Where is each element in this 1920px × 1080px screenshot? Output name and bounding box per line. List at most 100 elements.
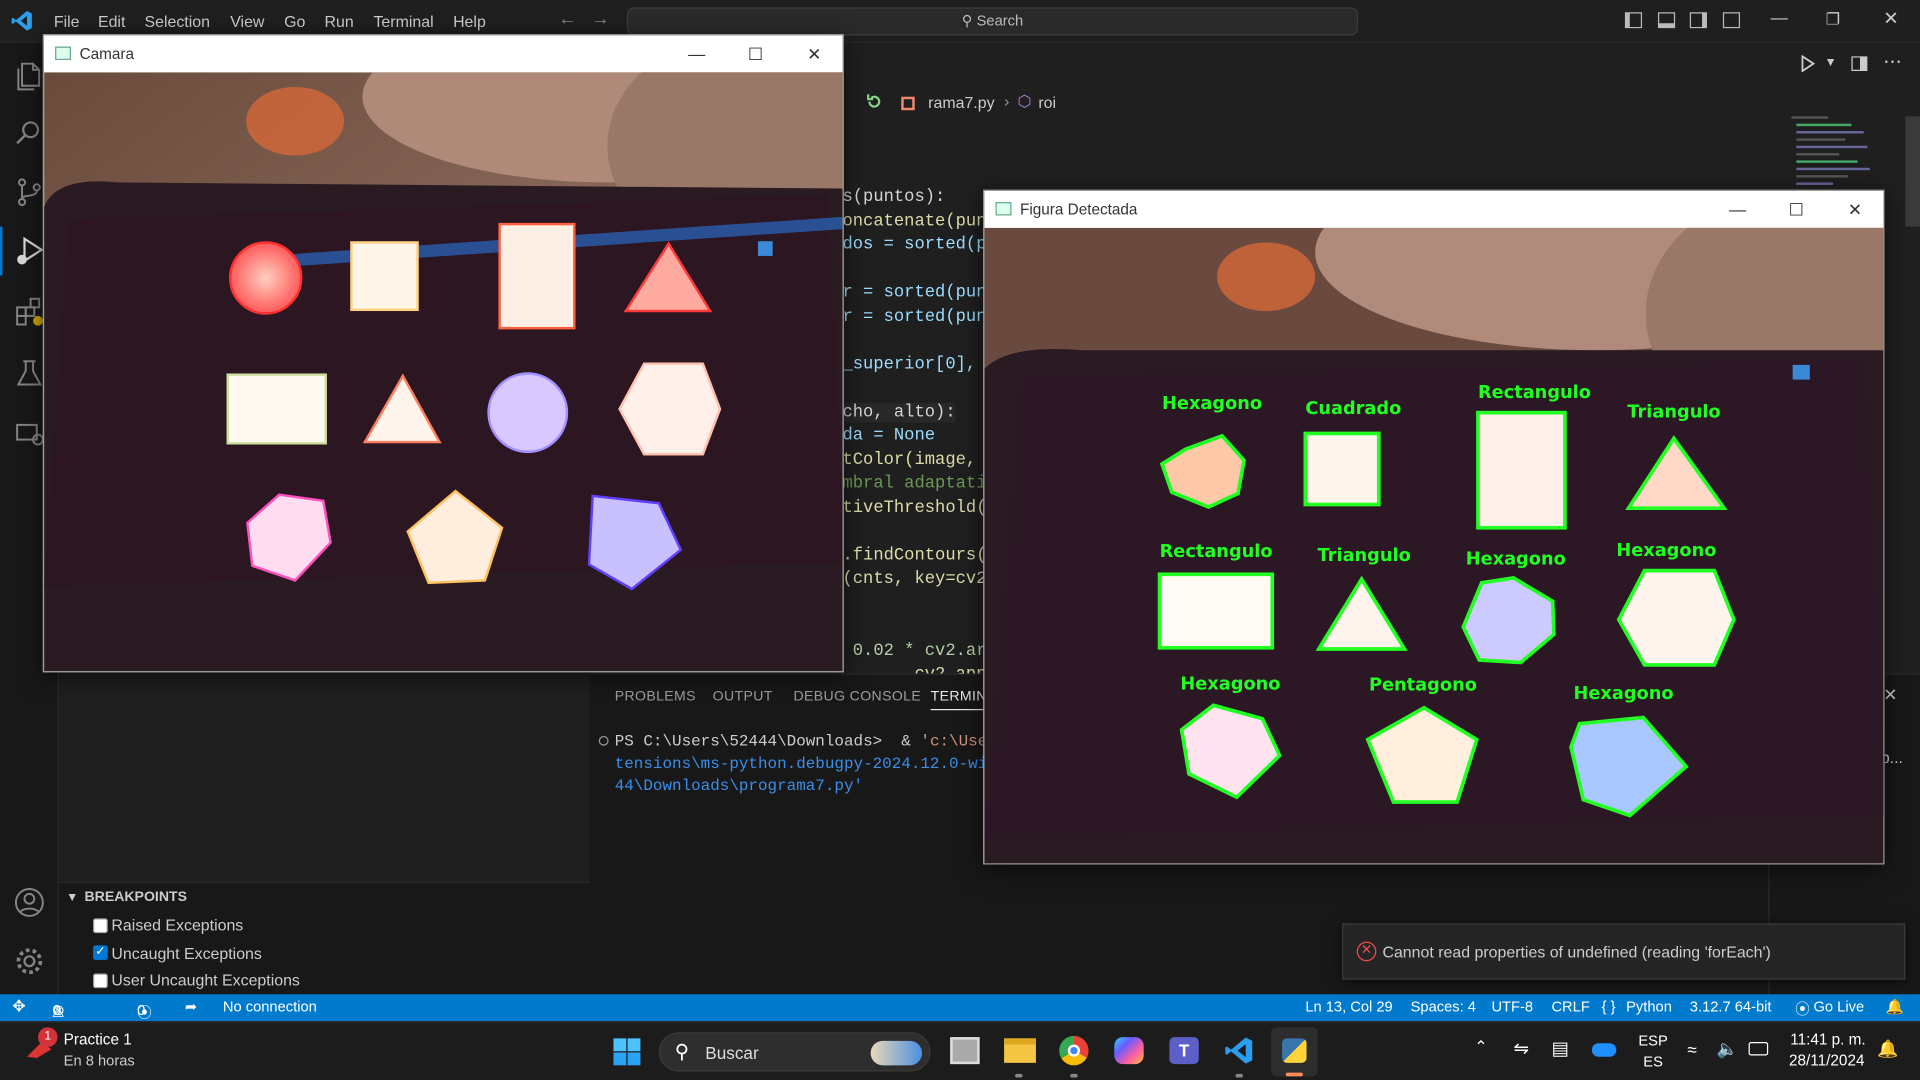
live-share-icon[interactable]: ➦ (185, 998, 197, 1015)
raised-exceptions-checkbox[interactable] (93, 918, 108, 934)
connection-status[interactable]: No connection (223, 998, 317, 1015)
cursor-position[interactable]: Ln 13, Col 29 (1305, 998, 1392, 1015)
maximize-icon[interactable]: ☐ (1768, 191, 1824, 228)
terminal-line[interactable]: 44\Downloads\programa7.py' (615, 776, 863, 794)
battery-icon[interactable] (1748, 1042, 1769, 1056)
menu-file[interactable]: File (54, 12, 80, 30)
detected-label: Hexagono (1465, 549, 1566, 570)
settings-sliders-icon[interactable]: ⇋ (1513, 1037, 1528, 1059)
figura-title-bar[interactable]: Figura Detectada — ☐ ✕ (984, 191, 1884, 228)
search-icon: ⚲ (961, 12, 977, 30)
error-notification[interactable]: ✕ Cannot read properties of undefined (r… (1342, 923, 1906, 980)
tab-output[interactable]: OUTPUT (713, 689, 773, 704)
extensions-icon[interactable] (12, 295, 46, 329)
copilot-icon[interactable] (1114, 1037, 1144, 1065)
teams-icon[interactable]: T (1169, 1037, 1199, 1065)
forward-arrow-icon[interactable]: → (591, 9, 609, 30)
task-view-icon[interactable] (950, 1037, 980, 1065)
menu-selection[interactable]: Selection (144, 12, 209, 30)
breakpoints-header[interactable]: BREAKPOINTS (84, 890, 186, 905)
source-control-icon[interactable] (12, 175, 46, 209)
code-view[interactable]: s(puntos): oncatenate(punt dos = sorted(… (842, 187, 1069, 694)
app-icon (995, 202, 1012, 216)
camara-title-bar[interactable]: Camara — ☐ ✕ (44, 35, 843, 73)
bell-icon[interactable]: 🔔 (1886, 998, 1904, 1015)
search-icon[interactable] (12, 116, 46, 150)
vscode-taskbar-icon[interactable] (1225, 1036, 1254, 1065)
minimize-icon[interactable]: — (669, 36, 725, 73)
indentation[interactable]: Spaces: 4 (1411, 998, 1476, 1015)
vscode-logo-icon (11, 10, 33, 32)
uncaught-exceptions-checkbox[interactable]: ✓ (93, 945, 108, 961)
terminal-line[interactable]: PS C:\Users\52444\Downloads> & 'c:\Users (615, 732, 1007, 750)
wifi-icon[interactable]: ≈ (1687, 1040, 1696, 1060)
remote-indicator-icon[interactable]: ✥ (12, 997, 25, 1017)
language-indicator-top[interactable]: ESP (1638, 1032, 1667, 1049)
accounts-icon[interactable] (12, 885, 46, 919)
toggle-secondary-sidebar-icon[interactable] (1689, 12, 1707, 29)
maximize-icon[interactable]: ☐ (727, 36, 783, 73)
performance-icon[interactable]: ▤ (1551, 1037, 1568, 1059)
camara-window[interactable]: Camara — ☐ ✕ (42, 34, 844, 673)
menu-edit[interactable]: Edit (98, 12, 125, 30)
breadcrumb-symbol[interactable]: roi (1038, 93, 1056, 111)
clock-time[interactable]: 11:41 p. m. (1790, 1031, 1865, 1048)
menu-view[interactable]: View (230, 12, 264, 30)
notification-title[interactable]: Practice 1 (64, 1031, 132, 1048)
language-indicator-bottom[interactable]: ES (1643, 1053, 1663, 1070)
tab-debug-console[interactable]: DEBUG CONSOLE (793, 689, 921, 704)
onedrive-icon[interactable] (1591, 1043, 1617, 1057)
toggle-panel-icon[interactable] (1657, 12, 1676, 29)
remote-explorer-icon[interactable] (12, 415, 46, 449)
calendar-notification-icon[interactable]: 1 (24, 1027, 58, 1059)
customize-layout-icon[interactable] (1722, 12, 1741, 29)
command-search-box[interactable]: ⚲ Search (626, 7, 1358, 36)
windows-start-icon[interactable] (612, 1037, 641, 1066)
minimize-icon[interactable]: — (1709, 191, 1765, 228)
close-panel-icon[interactable]: ✕ (1883, 684, 1897, 705)
terminal-line[interactable]: tensions\ms-python.debugpy-2024.12.0-win… (615, 754, 1007, 772)
close-icon[interactable]: ✕ (1883, 7, 1898, 30)
python-interpreter[interactable]: 3.12.7 64-bit (1690, 998, 1772, 1015)
clock-date[interactable]: 28/11/2024 (1789, 1052, 1864, 1069)
menu-run[interactable]: Run (324, 12, 353, 30)
encoding[interactable]: UTF-8 (1491, 998, 1533, 1015)
testing-icon[interactable] (12, 356, 46, 390)
stop-icon[interactable] (901, 96, 915, 111)
split-editor-icon[interactable] (1851, 56, 1868, 72)
close-icon[interactable]: ✕ (1827, 191, 1883, 228)
explorer-icon[interactable] (12, 58, 46, 92)
user-uncaught-exceptions-checkbox[interactable] (93, 973, 108, 989)
file-explorer-icon[interactable] (1004, 1038, 1036, 1063)
notification-bell-icon[interactable]: 🔔 (1877, 1038, 1898, 1059)
run-dropdown-chevron-icon[interactable]: ▼ (1825, 56, 1837, 69)
chevron-up-icon[interactable]: ⌃ (1474, 1037, 1487, 1057)
chrome-icon[interactable] (1059, 1035, 1089, 1066)
breadcrumb-file[interactable]: rama7.py (928, 93, 994, 111)
go-live-button[interactable]: Go Live (1813, 998, 1864, 1015)
python-app-taskbar-button[interactable] (1271, 1027, 1318, 1077)
settings-gear-icon[interactable] (12, 944, 46, 978)
restore-icon[interactable]: ❐ (1826, 10, 1840, 30)
figura-title: Figura Detectada (1020, 200, 1138, 218)
volume-icon[interactable]: 🔈 (1717, 1038, 1738, 1059)
toggle-primary-sidebar-icon[interactable] (1624, 12, 1643, 29)
minimize-icon[interactable]: — (1771, 7, 1788, 27)
tab-problems[interactable]: PROBLEMS (615, 689, 696, 704)
menu-go[interactable]: Go (284, 12, 305, 30)
camara-title: Camara (79, 45, 135, 63)
taskbar-search[interactable]: ⚲ Buscar (658, 1032, 931, 1072)
chevron-down-icon[interactable]: ▼ (66, 891, 78, 904)
close-icon[interactable]: ✕ (786, 36, 842, 73)
run-python-file-icon[interactable] (1799, 54, 1816, 73)
menu-help[interactable]: Help (453, 12, 486, 30)
editor-scrollbar[interactable] (1905, 116, 1920, 227)
line-ending[interactable]: CRLF (1551, 998, 1589, 1015)
menu-terminal[interactable]: Terminal (373, 12, 433, 30)
figura-detectada-window[interactable]: Figura Detectada — ☐ ✕ Hexagono Cuadrado… (983, 189, 1885, 865)
language-mode[interactable]: Python (1626, 998, 1672, 1015)
restart-icon[interactable] (864, 92, 884, 112)
more-actions-icon[interactable]: ⋯ (1883, 50, 1901, 72)
run-debug-icon[interactable] (12, 234, 46, 268)
back-arrow-icon[interactable]: ← (558, 9, 576, 30)
